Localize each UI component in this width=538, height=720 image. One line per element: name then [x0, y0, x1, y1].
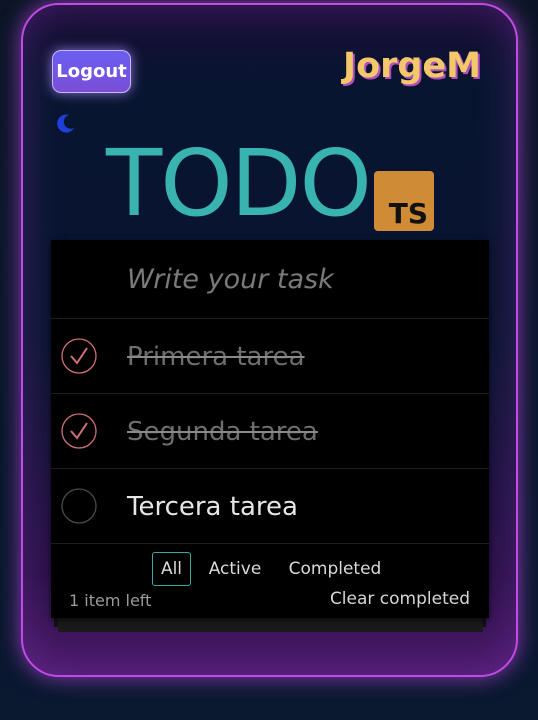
app-title: TODO: [106, 130, 372, 237]
todo-panel: Write your task Primera tarea Segunda ta…: [51, 240, 489, 618]
checked-icon[interactable]: [61, 413, 97, 449]
filter-active[interactable]: Active: [203, 552, 267, 586]
logout-button[interactable]: Logout: [52, 50, 131, 93]
new-task-input[interactable]: Write your task: [51, 240, 489, 319]
task-label[interactable]: Segunda tarea: [127, 394, 318, 469]
task-label[interactable]: Primera tarea: [127, 319, 305, 394]
unchecked-circle-icon[interactable]: [61, 488, 97, 524]
items-left-count: 1 item left: [69, 591, 152, 610]
task-row[interactable]: Primera tarea: [51, 319, 489, 394]
filter-all[interactable]: All: [152, 552, 191, 586]
typescript-badge: TS: [374, 171, 434, 231]
filter-completed[interactable]: Completed: [279, 552, 391, 586]
username-label: JorgeM: [343, 46, 481, 86]
clear-completed-button[interactable]: Clear completed: [330, 589, 470, 609]
checked-icon[interactable]: [61, 338, 97, 374]
filter-group: All Active Completed: [151, 552, 391, 588]
task-row[interactable]: Tercera tarea: [51, 469, 489, 544]
task-row[interactable]: Segunda tarea: [51, 394, 489, 469]
task-label[interactable]: Tercera tarea: [127, 469, 298, 544]
moon-icon[interactable]: [55, 112, 77, 134]
